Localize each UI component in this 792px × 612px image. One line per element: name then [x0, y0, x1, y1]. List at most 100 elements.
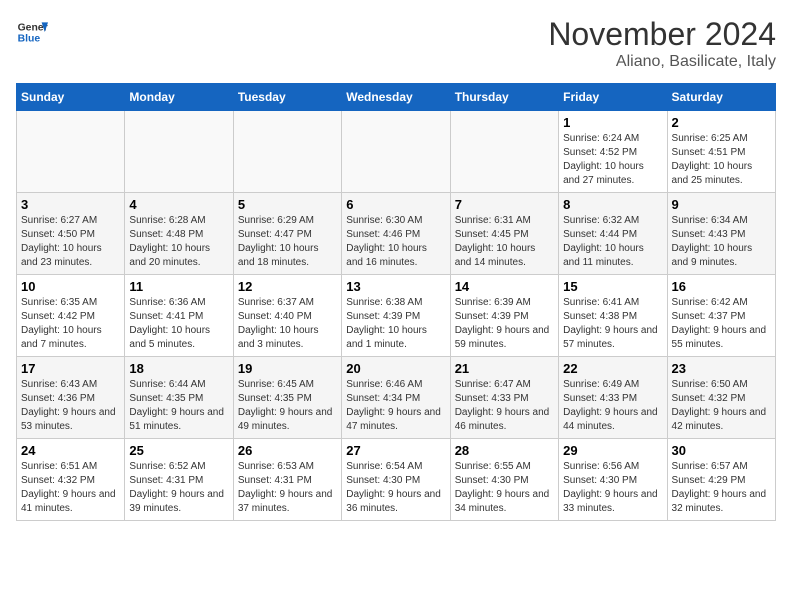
day-cell: 8 Sunrise: 6:32 AM Sunset: 4:44 PM Daylig… [559, 193, 667, 275]
day-info: Sunrise: 6:51 AM Sunset: 4:32 PM Dayligh… [21, 460, 120, 516]
day-cell: 1Sunrise: 6:24 AM Sunset: 4:52 PM Daylig… [559, 111, 667, 193]
day-cell: 22 Sunrise: 6:49 AM Sunset: 4:33 PM Dayli… [559, 357, 667, 439]
day-cell: 4 Sunrise: 6:28 AM Sunset: 4:48 PM Daylig… [125, 193, 233, 275]
day-cell [233, 111, 341, 193]
day-number: 27 [346, 443, 445, 458]
day-info: Sunrise: 6:44 AM Sunset: 4:35 PM Dayligh… [129, 378, 228, 434]
day-number: 30 [672, 443, 771, 458]
day-cell: 23 Sunrise: 6:50 AM Sunset: 4:32 PM Dayli… [667, 357, 775, 439]
day-info: Sunrise: 6:27 AM Sunset: 4:50 PM Dayligh… [21, 214, 120, 270]
week-row-2: 3Sunrise: 6:27 AM Sunset: 4:50 PM Daylig… [17, 193, 776, 275]
day-cell: 7Sunrise: 6:31 AM Sunset: 4:45 PM Daylig… [450, 193, 558, 275]
day-info: Sunrise: 6:34 AM Sunset: 4:43 PM Dayligh… [672, 214, 771, 270]
day-number: 2 [672, 115, 771, 130]
day-info: Sunrise: 6:30 AM Sunset: 4:46 PM Dayligh… [346, 214, 445, 270]
day-cell: 28 Sunrise: 6:55 AM Sunset: 4:30 PM Dayli… [450, 439, 558, 521]
day-cell [17, 111, 125, 193]
day-number: 6 [346, 197, 445, 212]
day-number: 17 [21, 361, 120, 376]
day-number: 13 [346, 279, 445, 294]
day-number: 19 [238, 361, 337, 376]
day-number: 18 [129, 361, 228, 376]
day-info: Sunrise: 6:39 AM Sunset: 4:39 PM Dayligh… [455, 296, 554, 352]
day-cell: 17 Sunrise: 6:43 AM Sunset: 4:36 PM Dayli… [17, 357, 125, 439]
day-header-thursday: Thursday [450, 84, 558, 111]
day-info: Sunrise: 6:32 AM Sunset: 4:44 PM Dayligh… [563, 214, 662, 270]
header-row: SundayMondayTuesdayWednesdayThursdayFrid… [17, 84, 776, 111]
day-number: 12 [238, 279, 337, 294]
day-cell: 24 Sunrise: 6:51 AM Sunset: 4:32 PM Dayli… [17, 439, 125, 521]
day-cell: 16Sunrise: 6:42 AM Sunset: 4:37 PM Dayli… [667, 275, 775, 357]
week-row-1: 1Sunrise: 6:24 AM Sunset: 4:52 PM Daylig… [17, 111, 776, 193]
day-cell: 12 Sunrise: 6:37 AM Sunset: 4:40 PM Dayli… [233, 275, 341, 357]
week-row-4: 17 Sunrise: 6:43 AM Sunset: 4:36 PM Dayli… [17, 357, 776, 439]
day-number: 5 [238, 197, 337, 212]
day-info: Sunrise: 6:55 AM Sunset: 4:30 PM Dayligh… [455, 460, 554, 516]
day-cell [125, 111, 233, 193]
day-info: Sunrise: 6:46 AM Sunset: 4:34 PM Dayligh… [346, 378, 445, 434]
day-number: 7 [455, 197, 554, 212]
day-cell: 10 Sunrise: 6:35 AM Sunset: 4:42 PM Dayli… [17, 275, 125, 357]
day-cell: 15 Sunrise: 6:41 AM Sunset: 4:38 PM Dayli… [559, 275, 667, 357]
day-info: Sunrise: 6:29 AM Sunset: 4:47 PM Dayligh… [238, 214, 337, 270]
svg-text:Blue: Blue [18, 34, 41, 45]
day-cell: 25Sunrise: 6:52 AM Sunset: 4:31 PM Dayli… [125, 439, 233, 521]
day-cell: 18 Sunrise: 6:44 AM Sunset: 4:35 PM Dayli… [125, 357, 233, 439]
day-number: 15 [563, 279, 662, 294]
day-number: 9 [672, 197, 771, 212]
day-cell: 14 Sunrise: 6:39 AM Sunset: 4:39 PM Dayli… [450, 275, 558, 357]
day-number: 14 [455, 279, 554, 294]
day-number: 28 [455, 443, 554, 458]
calendar-body: 1Sunrise: 6:24 AM Sunset: 4:52 PM Daylig… [17, 111, 776, 521]
location-subtitle: Aliano, Basilicate, Italy [548, 53, 776, 71]
day-number: 4 [129, 197, 228, 212]
day-info: Sunrise: 6:28 AM Sunset: 4:48 PM Dayligh… [129, 214, 228, 270]
month-title: November 2024 [548, 16, 776, 53]
logo-icon: General Blue [16, 16, 48, 48]
day-info: Sunrise: 6:56 AM Sunset: 4:30 PM Dayligh… [563, 460, 662, 516]
day-cell: 27Sunrise: 6:54 AM Sunset: 4:30 PM Dayli… [342, 439, 450, 521]
week-row-3: 10 Sunrise: 6:35 AM Sunset: 4:42 PM Dayli… [17, 275, 776, 357]
day-header-sunday: Sunday [17, 84, 125, 111]
day-number: 8 [563, 197, 662, 212]
day-number: 21 [455, 361, 554, 376]
day-header-wednesday: Wednesday [342, 84, 450, 111]
day-number: 24 [21, 443, 120, 458]
day-number: 11 [129, 279, 228, 294]
day-cell: 9 Sunrise: 6:34 AM Sunset: 4:43 PM Daylig… [667, 193, 775, 275]
day-cell: 2Sunrise: 6:25 AM Sunset: 4:51 PM Daylig… [667, 111, 775, 193]
day-info: Sunrise: 6:35 AM Sunset: 4:42 PM Dayligh… [21, 296, 120, 352]
day-info: Sunrise: 6:37 AM Sunset: 4:40 PM Dayligh… [238, 296, 337, 352]
day-number: 23 [672, 361, 771, 376]
day-cell: 20Sunrise: 6:46 AM Sunset: 4:34 PM Dayli… [342, 357, 450, 439]
day-number: 10 [21, 279, 120, 294]
day-cell: 13 Sunrise: 6:38 AM Sunset: 4:39 PM Dayli… [342, 275, 450, 357]
day-cell: 26Sunrise: 6:53 AM Sunset: 4:31 PM Dayli… [233, 439, 341, 521]
day-header-tuesday: Tuesday [233, 84, 341, 111]
calendar-header: SundayMondayTuesdayWednesdayThursdayFrid… [17, 84, 776, 111]
day-info: Sunrise: 6:49 AM Sunset: 4:33 PM Dayligh… [563, 378, 662, 434]
week-row-5: 24 Sunrise: 6:51 AM Sunset: 4:32 PM Dayli… [17, 439, 776, 521]
day-info: Sunrise: 6:42 AM Sunset: 4:37 PM Dayligh… [672, 296, 771, 352]
day-cell [342, 111, 450, 193]
day-info: Sunrise: 6:43 AM Sunset: 4:36 PM Dayligh… [21, 378, 120, 434]
logo: General Blue [16, 16, 48, 48]
day-cell: 29 Sunrise: 6:56 AM Sunset: 4:30 PM Dayli… [559, 439, 667, 521]
day-cell: 6 Sunrise: 6:30 AM Sunset: 4:46 PM Daylig… [342, 193, 450, 275]
day-number: 29 [563, 443, 662, 458]
day-cell: 5 Sunrise: 6:29 AM Sunset: 4:47 PM Daylig… [233, 193, 341, 275]
day-number: 22 [563, 361, 662, 376]
title-block: November 2024 Aliano, Basilicate, Italy [548, 16, 776, 71]
page-header: General Blue November 2024 Aliano, Basil… [16, 16, 776, 71]
day-cell: 19Sunrise: 6:45 AM Sunset: 4:35 PM Dayli… [233, 357, 341, 439]
day-info: Sunrise: 6:36 AM Sunset: 4:41 PM Dayligh… [129, 296, 228, 352]
day-header-friday: Friday [559, 84, 667, 111]
day-cell: 21Sunrise: 6:47 AM Sunset: 4:33 PM Dayli… [450, 357, 558, 439]
day-cell: 30Sunrise: 6:57 AM Sunset: 4:29 PM Dayli… [667, 439, 775, 521]
day-info: Sunrise: 6:41 AM Sunset: 4:38 PM Dayligh… [563, 296, 662, 352]
day-info: Sunrise: 6:38 AM Sunset: 4:39 PM Dayligh… [346, 296, 445, 352]
day-cell: 11 Sunrise: 6:36 AM Sunset: 4:41 PM Dayli… [125, 275, 233, 357]
day-number: 1 [563, 115, 662, 130]
day-cell [450, 111, 558, 193]
day-info: Sunrise: 6:50 AM Sunset: 4:32 PM Dayligh… [672, 378, 771, 434]
